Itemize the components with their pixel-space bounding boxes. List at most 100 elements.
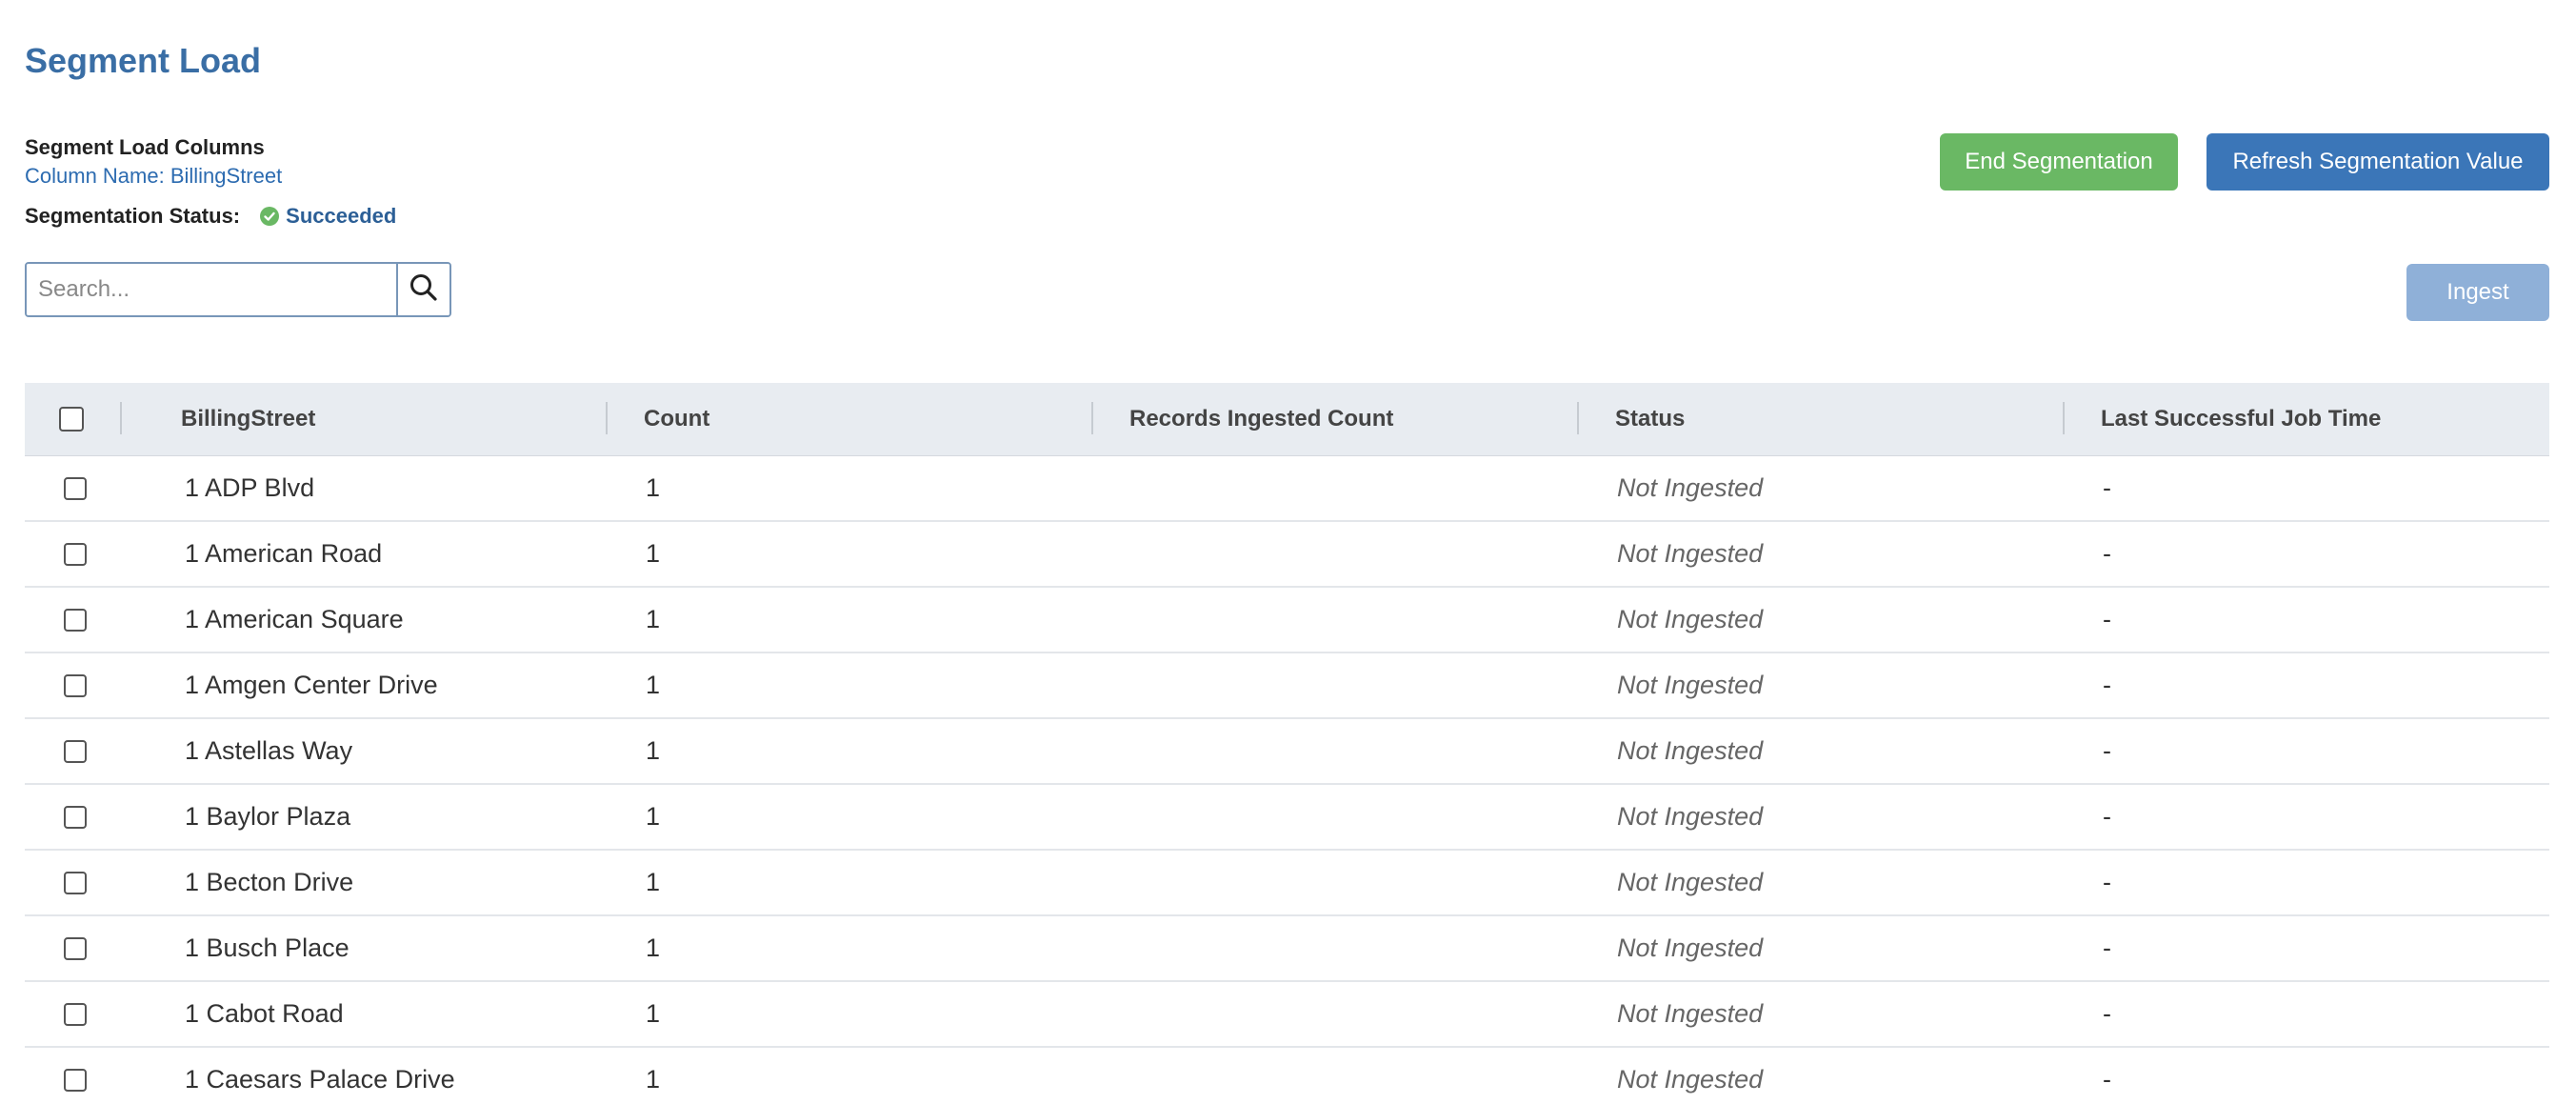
status-value: Not Ingested [1617,999,1764,1028]
status-value: Not Ingested [1617,605,1764,633]
cell-last-successful-job-time: - [2063,785,2549,849]
column-header-records-ingested-count[interactable]: Records Ingested Count [1091,383,1577,455]
ingest-button[interactable]: Ingest [2406,264,2549,321]
cell-status: Not Ingested [1577,851,2063,914]
row-checkbox[interactable] [64,936,87,960]
last-job-time-value: - [2103,605,2111,633]
column-header-label: Count [644,406,710,432]
select-all-checkbox[interactable] [59,407,84,432]
cell-billingstreet: 1 Astellas Way [120,719,606,783]
header-checkbox-cell [25,383,120,455]
billingstreet-value: 1 Amgen Center Drive [185,671,438,699]
cell-last-successful-job-time: - [2063,653,2549,717]
table-row[interactable]: 1 Astellas Way 1 Not Ingested - [25,719,2549,785]
column-header-last-successful-job-time[interactable]: Last Successful Job Time [2063,383,2549,455]
table-row[interactable]: 1 Becton Drive 1 Not Ingested - [25,851,2549,916]
last-job-time-value: - [2103,802,2111,831]
column-header-status[interactable]: Status [1577,383,2063,455]
segment-load-columns-heading: Segment Load Columns [25,135,265,159]
last-job-time-value: - [2103,933,2111,962]
search-button[interactable] [396,264,449,315]
segmentation-status-row: Segmentation Status: Succeeded [25,202,691,231]
cell-last-successful-job-time: - [2063,719,2549,783]
cell-billingstreet: 1 Baylor Plaza [120,785,606,849]
row-checkbox[interactable] [64,739,87,763]
last-job-time-value: - [2103,671,2111,699]
cell-status: Not Ingested [1577,982,2063,1046]
count-value: 1 [646,671,661,699]
row-checkbox-cell [25,785,120,849]
status-value: Succeeded [286,204,397,228]
cell-records-ingested-count [1091,982,1577,1046]
cell-count: 1 [606,982,1091,1046]
row-checkbox-cell [25,456,120,520]
cell-status: Not Ingested [1577,1048,2063,1104]
cell-last-successful-job-time: - [2063,982,2549,1046]
row-checkbox[interactable] [64,1002,87,1026]
cell-count: 1 [606,653,1091,717]
count-value: 1 [646,999,661,1028]
count-value: 1 [646,868,661,896]
row-checkbox[interactable] [64,805,87,829]
column-header-label: Last Successful Job Time [2101,406,2382,432]
count-value: 1 [646,1065,661,1094]
row-checkbox-cell [25,653,120,717]
cell-last-successful-job-time: - [2063,522,2549,586]
table-row[interactable]: 1 Cabot Road 1 Not Ingested - [25,982,2549,1048]
end-segmentation-button[interactable]: End Segmentation [1940,133,2178,191]
cell-records-ingested-count [1091,916,1577,980]
last-job-time-value: - [2103,473,2111,502]
cell-records-ingested-count [1091,588,1577,652]
cell-records-ingested-count [1091,1048,1577,1104]
row-checkbox[interactable] [64,871,87,894]
status-value: Not Ingested [1617,933,1764,962]
table-row[interactable]: 1 Caesars Palace Drive 1 Not Ingested - [25,1048,2549,1104]
cell-status: Not Ingested [1577,588,2063,652]
row-checkbox-cell [25,719,120,783]
last-job-time-value: - [2103,736,2111,765]
billingstreet-value: 1 American Road [185,539,383,568]
row-checkbox[interactable] [64,1068,87,1092]
row-checkbox-cell [25,851,120,914]
table-row[interactable]: 1 Busch Place 1 Not Ingested - [25,916,2549,982]
billingstreet-value: 1 ADP Blvd [185,473,315,502]
table-row[interactable]: 1 American Square 1 Not Ingested - [25,588,2549,653]
cell-count: 1 [606,785,1091,849]
column-separator [606,402,608,434]
column-header-label: Records Ingested Count [1129,406,1394,432]
cell-status: Not Ingested [1577,719,2063,783]
billingstreet-value: 1 Busch Place [185,933,349,962]
cell-status: Not Ingested [1577,785,2063,849]
cell-records-ingested-count [1091,785,1577,849]
search-icon [409,272,439,308]
last-job-time-value: - [2103,1065,2111,1094]
table-header: BillingStreet Count Records Ingested Cou… [25,383,2549,456]
search-input[interactable] [27,264,396,315]
column-header-count[interactable]: Count [606,383,1091,455]
count-value: 1 [646,933,661,962]
row-checkbox[interactable] [64,608,87,632]
last-job-time-value: - [2103,868,2111,896]
refresh-segmentation-button[interactable]: Refresh Segmentation Value [2207,133,2549,191]
column-header-billingstreet[interactable]: BillingStreet [120,383,606,455]
count-value: 1 [646,605,661,633]
table-row[interactable]: 1 Baylor Plaza 1 Not Ingested - [25,785,2549,851]
cell-billingstreet: 1 American Square [120,588,606,652]
table-row[interactable]: 1 Amgen Center Drive 1 Not Ingested - [25,653,2549,719]
row-checkbox-cell [25,916,120,980]
row-checkbox[interactable] [64,542,87,566]
page-title: Segment Load [25,41,262,80]
cell-status: Not Ingested [1577,653,2063,717]
row-checkbox[interactable] [64,476,87,500]
table-row[interactable]: 1 ADP Blvd 1 Not Ingested - [25,456,2549,522]
table-row[interactable]: 1 American Road 1 Not Ingested - [25,522,2549,588]
last-job-time-value: - [2103,539,2111,568]
cell-count: 1 [606,916,1091,980]
cell-billingstreet: 1 Busch Place [120,916,606,980]
billingstreet-value: 1 Cabot Road [185,999,344,1028]
cell-billingstreet: 1 Caesars Palace Drive [120,1048,606,1104]
cell-status: Not Ingested [1577,456,2063,520]
column-header-label: Status [1615,406,1686,432]
row-checkbox[interactable] [64,673,87,697]
cell-count: 1 [606,522,1091,586]
